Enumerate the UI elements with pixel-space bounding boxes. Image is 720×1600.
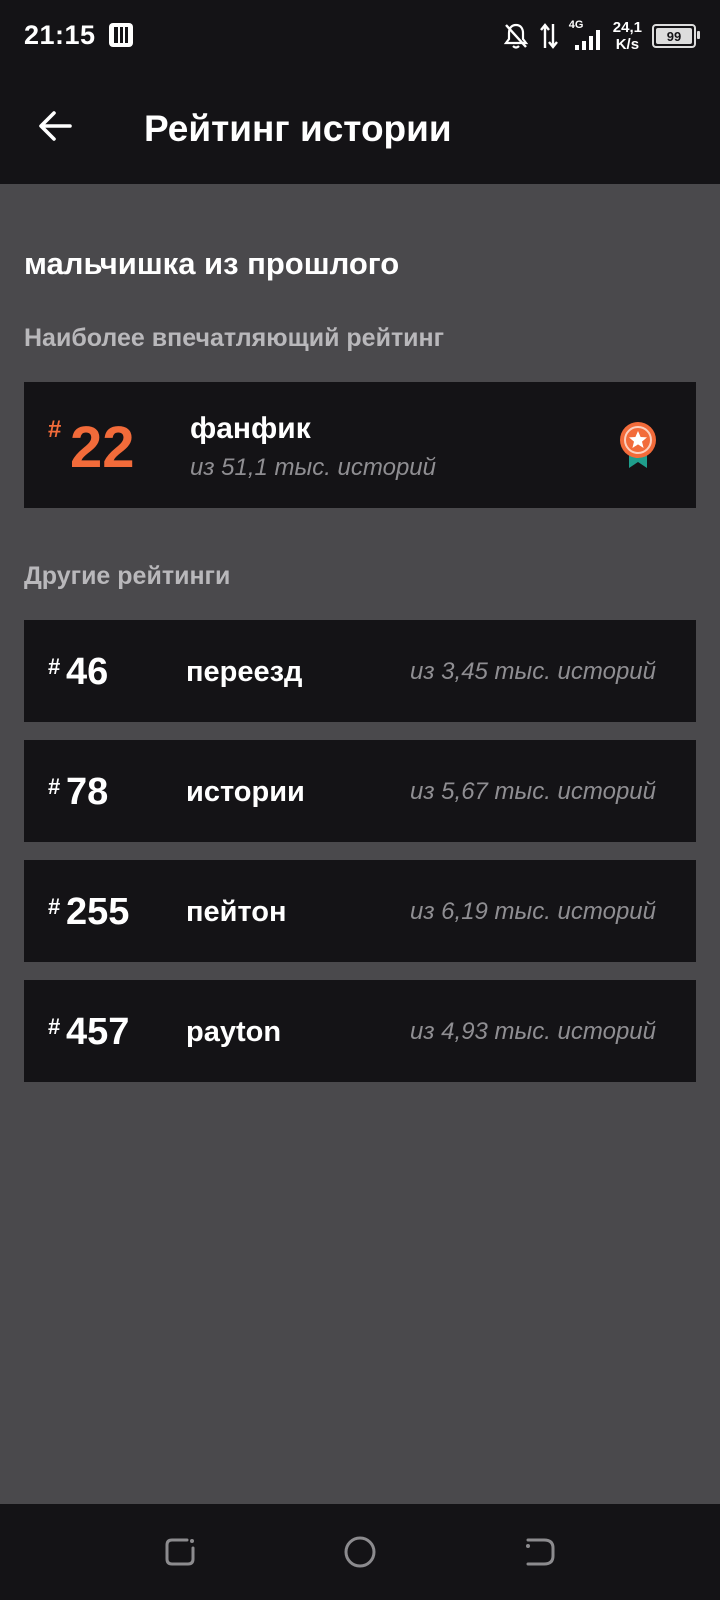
recent-apps-icon[interactable] [162, 1534, 198, 1570]
other-rankings-label: Другие рейтинги [24, 562, 231, 590]
battery-level: 99 [666, 28, 682, 44]
rank-hash: # [48, 774, 61, 799]
ranking-row[interactable]: # 78 истории из 5,67 тыс. историй [24, 740, 696, 842]
rank-tag: пейтон [186, 896, 287, 928]
rank-subtitle: из 5,67 тыс. историй [410, 778, 656, 805]
home-icon[interactable] [342, 1534, 378, 1570]
rank-subtitle: из 3,45 тыс. историй [410, 658, 656, 685]
rank-subtitle: из 51,1 тыс. историй [190, 454, 436, 481]
rank-tag: переезд [186, 656, 303, 688]
rank-subtitle: из 4,93 тыс. историй [410, 1018, 656, 1045]
rank-hash: # [48, 894, 61, 919]
rank-number: 255 [66, 891, 130, 933]
rank-number: 22 [70, 415, 135, 480]
data-transfer-icon [539, 23, 558, 49]
rank-tag: истории [186, 776, 305, 808]
ranking-row[interactable]: # 255 пейтон из 6,19 тыс. историй [24, 860, 696, 962]
rank-subtitle: из 6,19 тыс. историй [410, 898, 656, 925]
rank-hash: # [48, 654, 61, 679]
story-title: мальчишка из прошлого [24, 246, 400, 281]
notifications-off-icon [503, 23, 528, 49]
page-title: Рейтинг истории [144, 108, 452, 149]
network-speed: 24,1 K/s [612, 19, 642, 53]
rank-number: 46 [66, 651, 109, 693]
app-notification-icon [109, 23, 133, 47]
back-nav-icon[interactable] [522, 1534, 558, 1570]
rank-hash: # [48, 1014, 61, 1039]
rank-number: 78 [66, 771, 109, 813]
status-time: 21:15 [24, 20, 96, 50]
status-bar: 21:15 4G 24,1 K/s 99 [0, 0, 720, 72]
ranking-row[interactable]: # 457 payton из 4,93 тыс. историй [24, 980, 696, 1082]
signal-icon: 4G [569, 19, 603, 51]
battery-icon: 99 [652, 24, 700, 48]
rank-hash: # [48, 416, 62, 443]
app-bar: Рейтинг истории [0, 72, 720, 184]
ranking-row[interactable]: # 46 переезд из 3,45 тыс. историй [24, 620, 696, 722]
medal-icon [620, 422, 656, 468]
rank-number: 457 [66, 1011, 130, 1053]
rank-tag: фанфик [190, 412, 311, 445]
system-nav-bar [0, 1504, 720, 1600]
back-arrow-icon[interactable] [36, 106, 76, 146]
top-ranking-label: Наиболее впечатляющий рейтинг [24, 324, 445, 352]
rank-tag: payton [186, 1016, 282, 1048]
top-ranking-card[interactable]: # 22 фанфик из 51,1 тыс. историй [24, 382, 696, 508]
